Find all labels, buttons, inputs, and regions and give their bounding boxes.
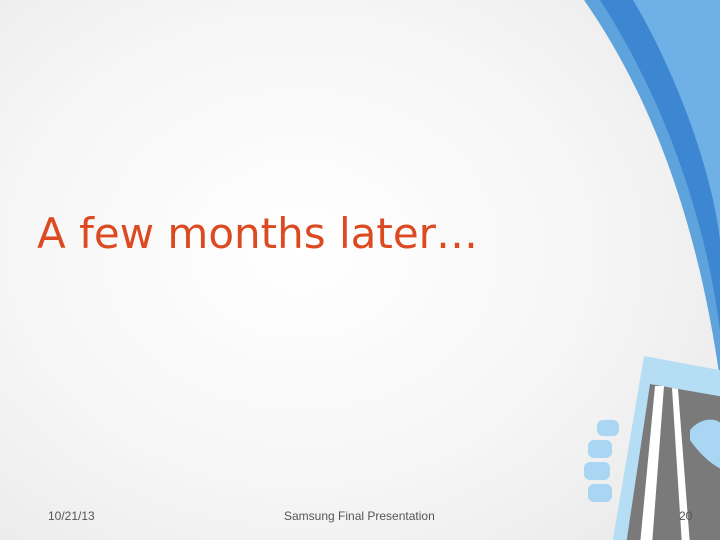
hand-holding-phone-icon <box>584 356 720 540</box>
footer-date: 10/21/13 <box>48 509 95 523</box>
footer-page-number: 20 <box>679 509 693 523</box>
slide: A few months later… 10/21/13 Samsung Fin… <box>0 0 720 540</box>
slide-title: A few months later… <box>37 209 478 258</box>
footer-presentation-name: Samsung Final Presentation <box>284 509 435 523</box>
slide-decoration <box>584 0 720 540</box>
